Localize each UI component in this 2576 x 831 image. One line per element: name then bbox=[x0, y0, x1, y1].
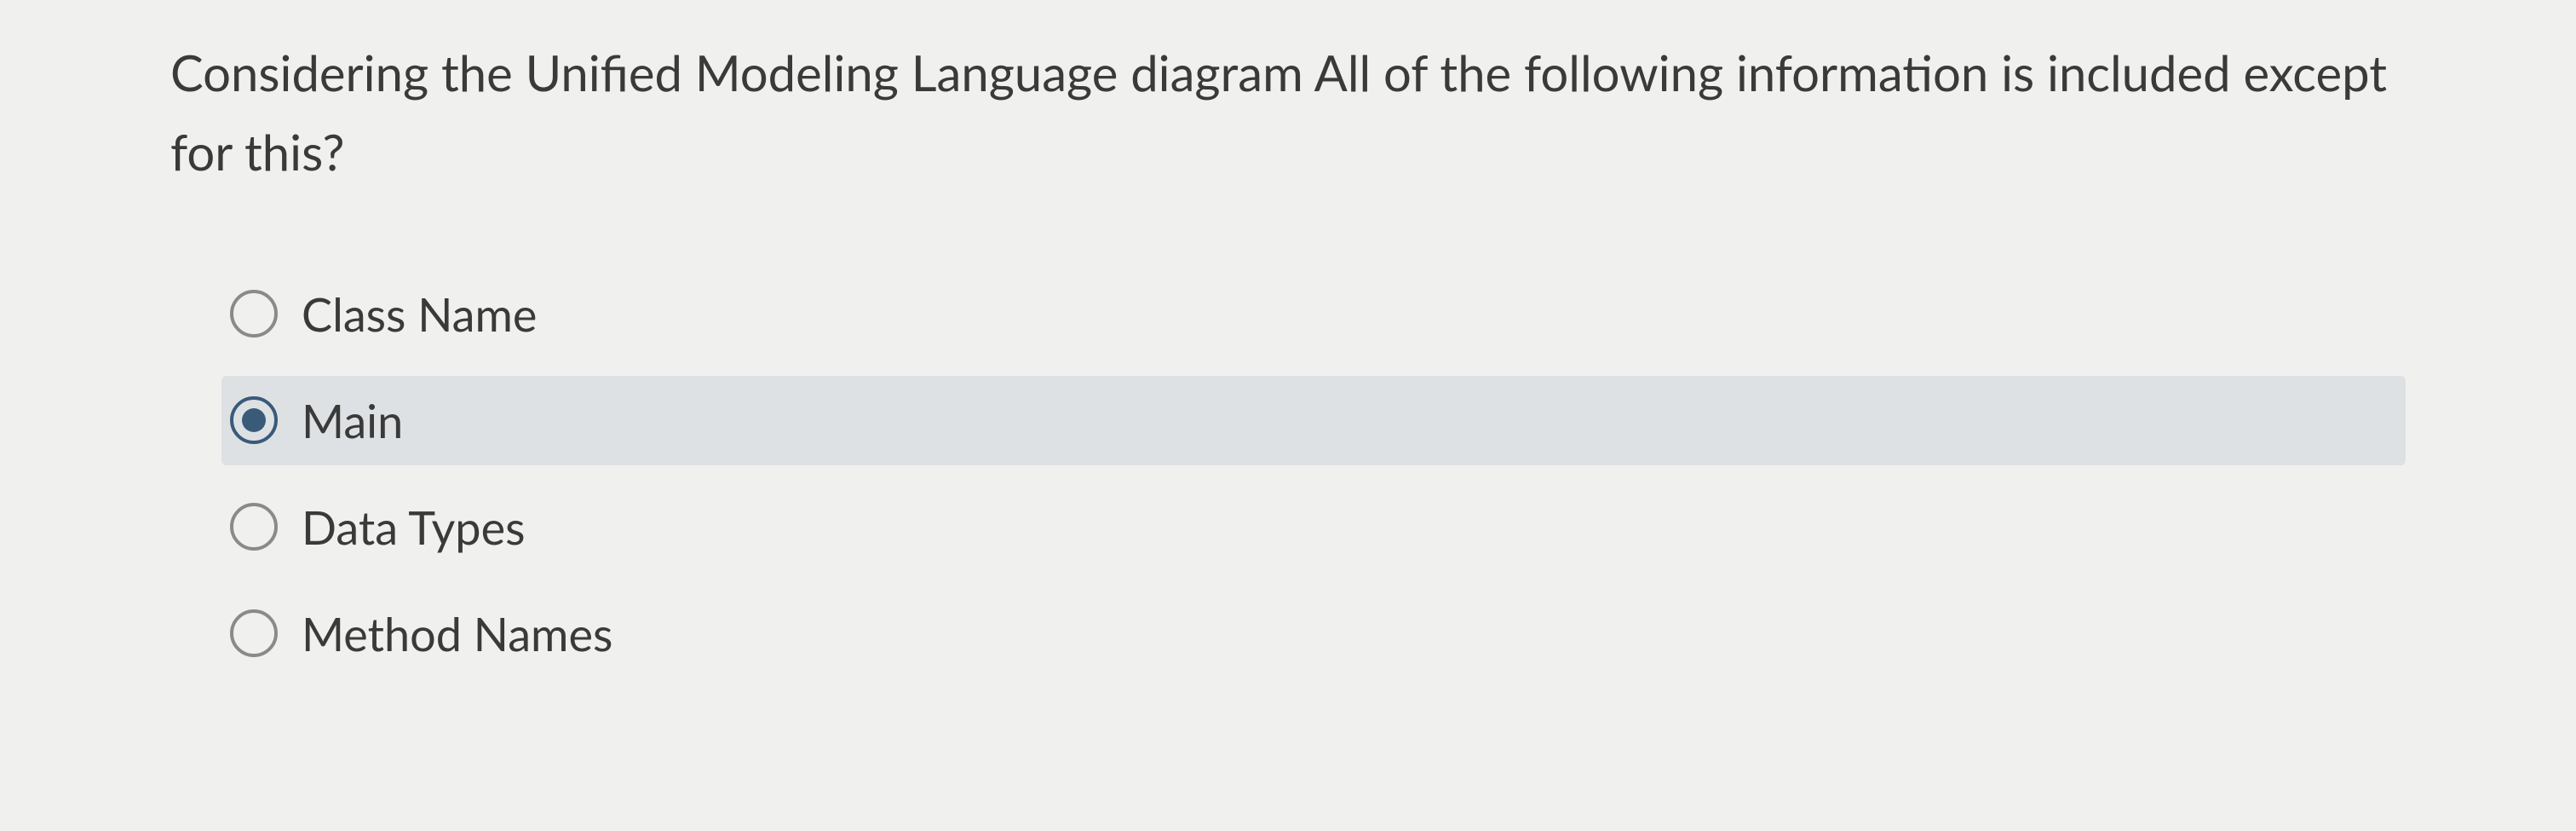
question-text: Considering the Unified Modeling Languag… bbox=[170, 34, 2406, 193]
radio-icon bbox=[230, 503, 278, 551]
option-main[interactable]: Main bbox=[221, 376, 2406, 465]
option-label: Main bbox=[302, 393, 403, 448]
question-container: Considering the Unified Modeling Languag… bbox=[170, 34, 2406, 678]
radio-icon bbox=[230, 609, 278, 657]
option-label: Method Names bbox=[302, 606, 612, 661]
radio-icon bbox=[230, 396, 278, 444]
option-label: Class Name bbox=[302, 286, 537, 342]
option-label: Data Types bbox=[302, 499, 525, 555]
radio-icon bbox=[230, 290, 278, 338]
options-list: Class Name Main Data Types Method Names bbox=[170, 269, 2406, 678]
option-data-types[interactable]: Data Types bbox=[221, 482, 2406, 572]
radio-inner-icon bbox=[242, 408, 266, 432]
option-method-names[interactable]: Method Names bbox=[221, 589, 2406, 678]
option-class-name[interactable]: Class Name bbox=[221, 269, 2406, 359]
